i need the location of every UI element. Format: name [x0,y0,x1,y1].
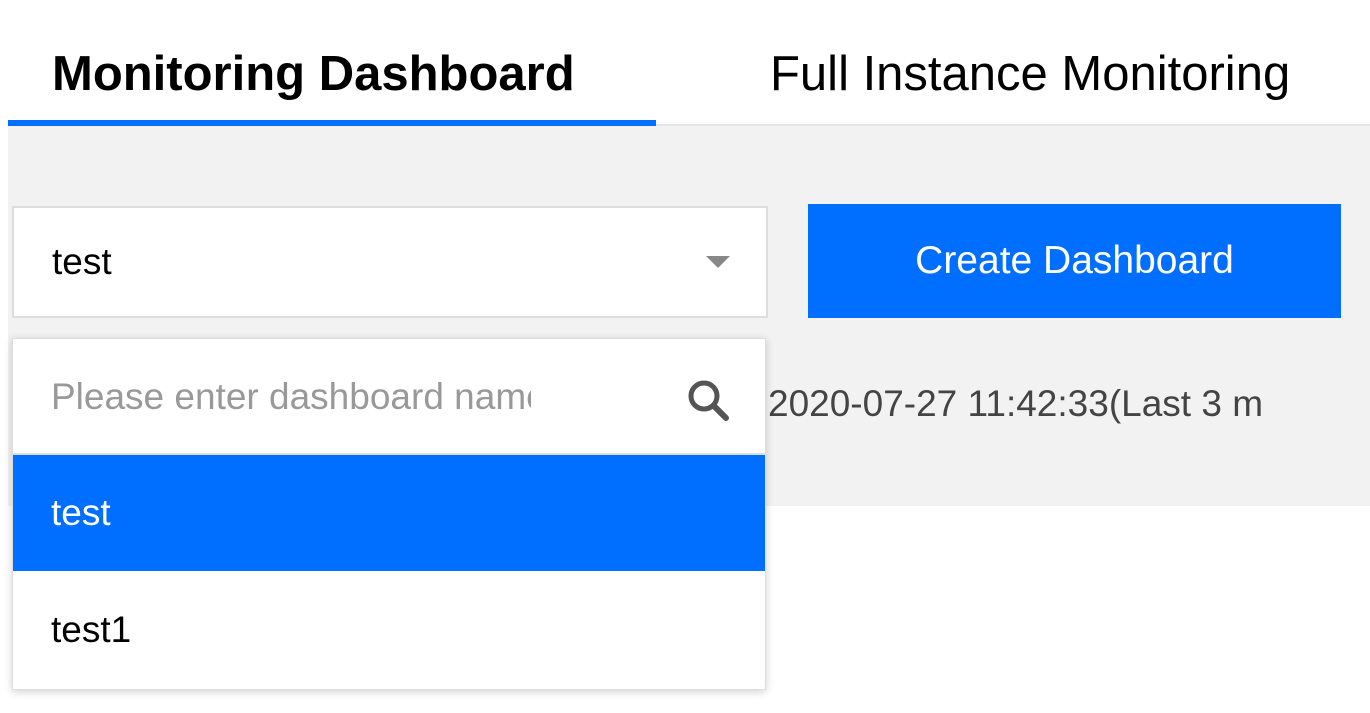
tab-monitoring-dashboard[interactable]: Monitoring Dashboard [52,44,575,104]
dashboard-select-value: test [52,241,112,282]
dashboard-search-input[interactable] [51,369,531,425]
create-dashboard-button[interactable]: Create Dashboard [808,204,1341,318]
dashboard-select[interactable]: test [12,206,768,318]
dropdown-option-test[interactable]: test [13,455,765,571]
search-icon[interactable] [685,377,731,423]
chevron-down-icon [706,256,730,268]
tab-bar: Monitoring Dashboard Full Instance Monit… [8,0,1370,126]
dropdown-option-test1[interactable]: test1 [13,572,765,688]
dropdown-search-row [13,339,765,455]
time-range-text: 2020-07-27 11:42:33(Last 3 m [768,383,1264,424]
tab-full-instance-monitoring[interactable]: Full Instance Monitoring [770,44,1290,104]
dashboard-dropdown: test test1 [12,338,766,690]
